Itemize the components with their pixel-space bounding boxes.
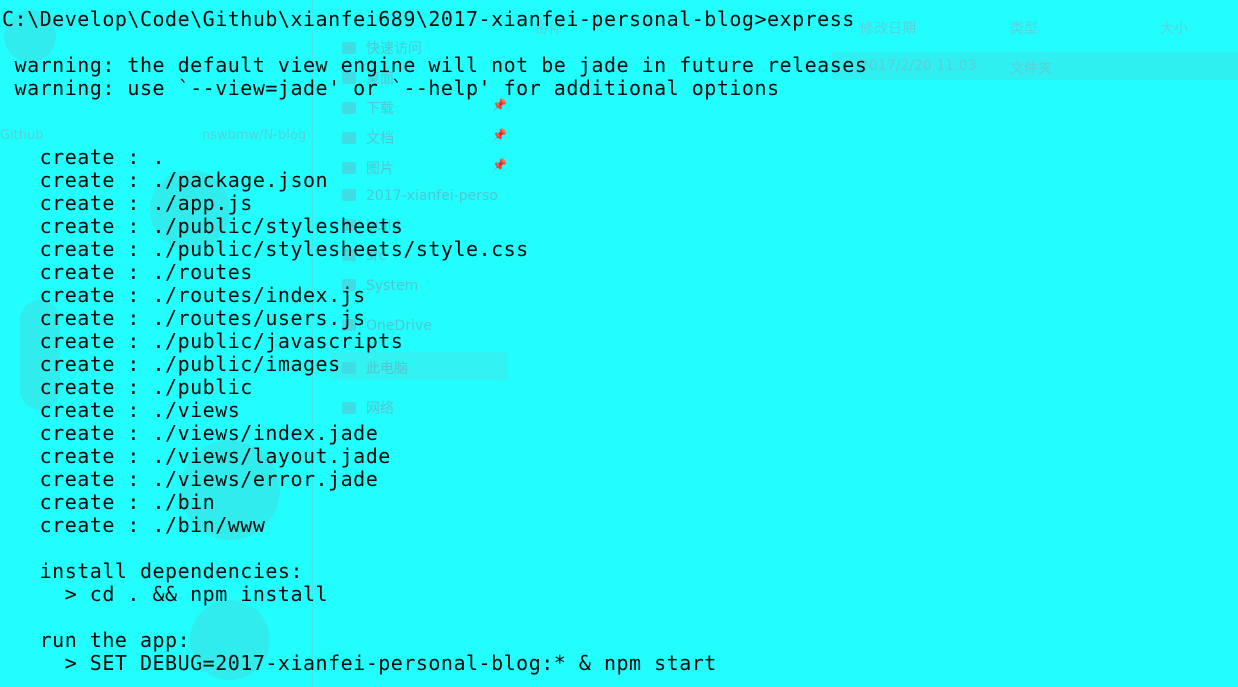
create-output-line: create : ./public/images — [2, 352, 341, 376]
create-output-line: create : ./app.js — [2, 191, 253, 215]
create-output-line: create : ./routes/index.js — [2, 283, 366, 307]
install-command-line: > cd . && npm install — [2, 582, 329, 606]
create-output-line: create : ./routes — [2, 260, 253, 284]
command-prompt-line: C:\Develop\Code\Github\xianfei689\2017-x… — [2, 7, 855, 31]
run-command-line: > SET DEBUG=2017-xianfei-personal-blog:*… — [2, 651, 717, 675]
create-output-line: create : ./views/index.jade — [2, 421, 379, 445]
create-output-line: create : ./public/stylesheets — [2, 214, 404, 238]
create-output-line: create : ./public — [2, 375, 253, 399]
create-output-line: create : ./views/layout.jade — [2, 444, 391, 468]
create-output-line: create : ./public/javascripts — [2, 329, 404, 353]
create-output-line: create : ./package.json — [2, 168, 329, 192]
console-window[interactable]: C:\Develop\Code\Github\xianfei689\2017-x… — [0, 0, 1238, 687]
create-output-line: create : ./public/stylesheets/style.css — [2, 237, 529, 261]
create-output-line: create : ./bin/www — [2, 513, 266, 537]
warning-line: warning: use `--view=jade' or `--help' f… — [2, 76, 780, 100]
create-output-line: create : ./bin — [2, 490, 216, 514]
install-header-line: install dependencies: — [2, 559, 303, 583]
create-output-line: create : ./routes/users.js — [2, 306, 366, 330]
create-output-line: create : ./views/error.jade — [2, 467, 379, 491]
create-output-line: create : ./views — [2, 398, 241, 422]
create-output-line: create : . — [2, 145, 166, 169]
warning-line: warning: the default view engine will no… — [2, 53, 868, 77]
run-header-line: run the app: — [2, 628, 191, 652]
